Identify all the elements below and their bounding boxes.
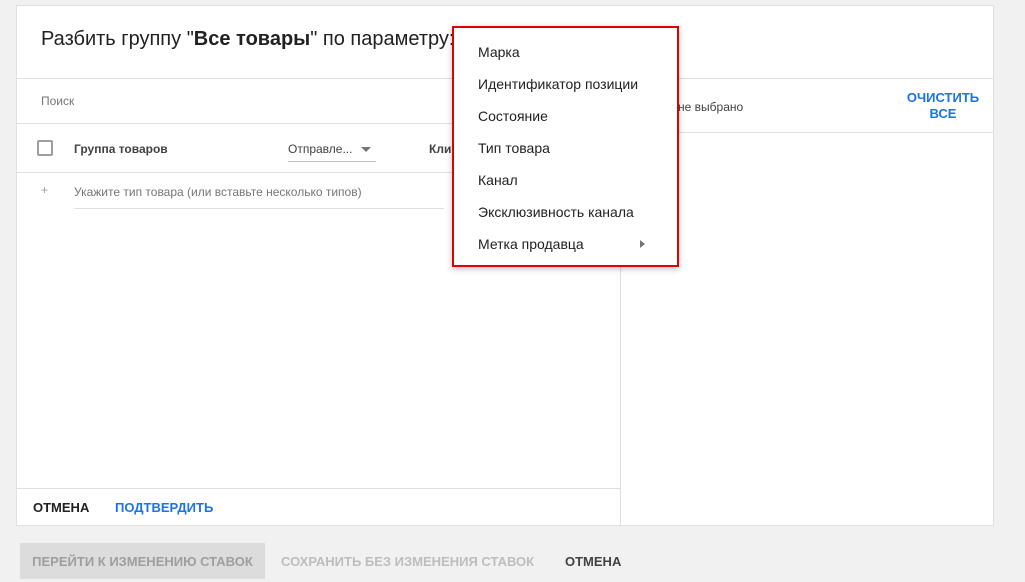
menu-item-brand[interactable]: Марка — [454, 36, 677, 68]
menu-item-custom-label[interactable]: Метка продавца — [454, 228, 677, 260]
menu-item-condition[interactable]: Состояние — [454, 100, 677, 132]
go-to-bids-button[interactable]: Перейти к изменению ставок — [20, 543, 265, 579]
bottom-cancel-button[interactable]: Отмена — [565, 554, 621, 569]
column-filter-label: Отправле... — [288, 142, 353, 156]
menu-item-item-id[interactable]: Идентификатор позиции — [454, 68, 677, 100]
menu-item-channel[interactable]: Канал — [454, 164, 677, 196]
menu-item-custom-label-text: Метка продавца — [478, 236, 584, 252]
product-type-input[interactable]: Укажите тип товара (или вставьте несколь… — [74, 183, 444, 209]
dimension-menu: Марка Идентификатор позиции Состояние Ти… — [452, 26, 679, 267]
plus-icon: + — [41, 183, 49, 197]
bottom-action-bar: Перейти к изменению ставок Сохранить без… — [0, 540, 1025, 582]
submenu-arrow-icon — [640, 240, 645, 248]
cancel-button[interactable]: Отмена — [33, 500, 89, 515]
column-header-clicks: Кли — [429, 142, 452, 156]
save-without-bids-button[interactable]: Сохранить без изменения ставок — [281, 554, 534, 569]
menu-item-channel-exclusivity[interactable]: Эксклюзивность канала — [454, 196, 677, 228]
search-input[interactable] — [41, 89, 441, 113]
column-filter-dropdown[interactable]: Отправле... — [288, 136, 376, 162]
left-footer: Отмена Подтвердить — [17, 488, 620, 525]
column-header-product-group: Группа товаров — [74, 142, 168, 156]
clear-all-button[interactable]: Очистить все — [900, 90, 986, 122]
confirm-button[interactable]: Подтвердить — [115, 500, 213, 515]
dialog-title-group: Все товары — [193, 28, 311, 50]
dialog-title: Разбить группу "Все товары" по параметру… — [41, 28, 455, 50]
select-all-checkbox[interactable] — [37, 140, 53, 156]
dropdown-arrow-icon — [361, 147, 371, 152]
menu-item-product-type[interactable]: Тип товара — [454, 132, 677, 164]
